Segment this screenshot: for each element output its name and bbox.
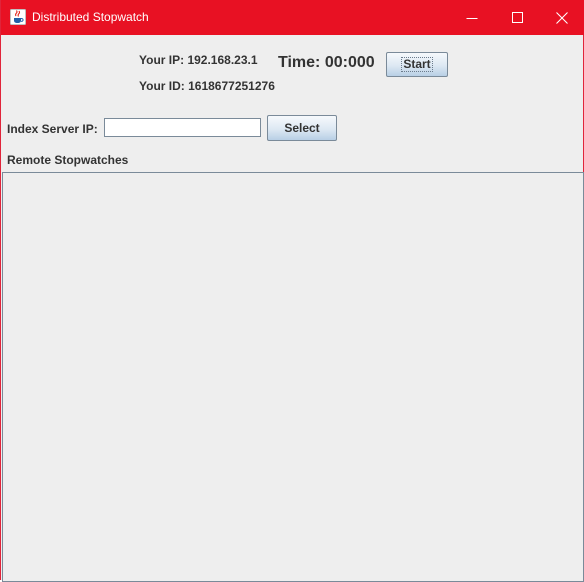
remote-stopwatches-heading: Remote Stopwatches [7, 153, 129, 167]
title-bar[interactable]: Distributed Stopwatch [1, 0, 584, 35]
remote-stopwatches-panel[interactable] [2, 172, 584, 582]
maximize-button[interactable] [495, 0, 541, 35]
index-server-ip-input[interactable] [104, 118, 261, 137]
close-icon [556, 12, 568, 24]
your-ip-label: Your IP: 192.168.23.1 [139, 53, 258, 67]
java-cup-icon [10, 9, 26, 25]
start-button[interactable]: Start [386, 52, 448, 77]
your-id-label: Your ID: 1618677251276 [139, 79, 275, 93]
minimize-icon [466, 18, 478, 19]
window-title: Distributed Stopwatch [32, 10, 149, 24]
app-window: Distributed Stopwatch Your IP: 192.168.2… [0, 0, 584, 582]
minimize-button[interactable] [449, 0, 495, 35]
index-server-ip-label: Index Server IP: [7, 122, 98, 136]
maximize-icon [512, 12, 523, 23]
time-display: Time: 00:000 [278, 54, 375, 71]
select-button[interactable]: Select [267, 115, 337, 141]
start-button-label: Start [401, 57, 433, 72]
close-button[interactable] [539, 0, 584, 35]
